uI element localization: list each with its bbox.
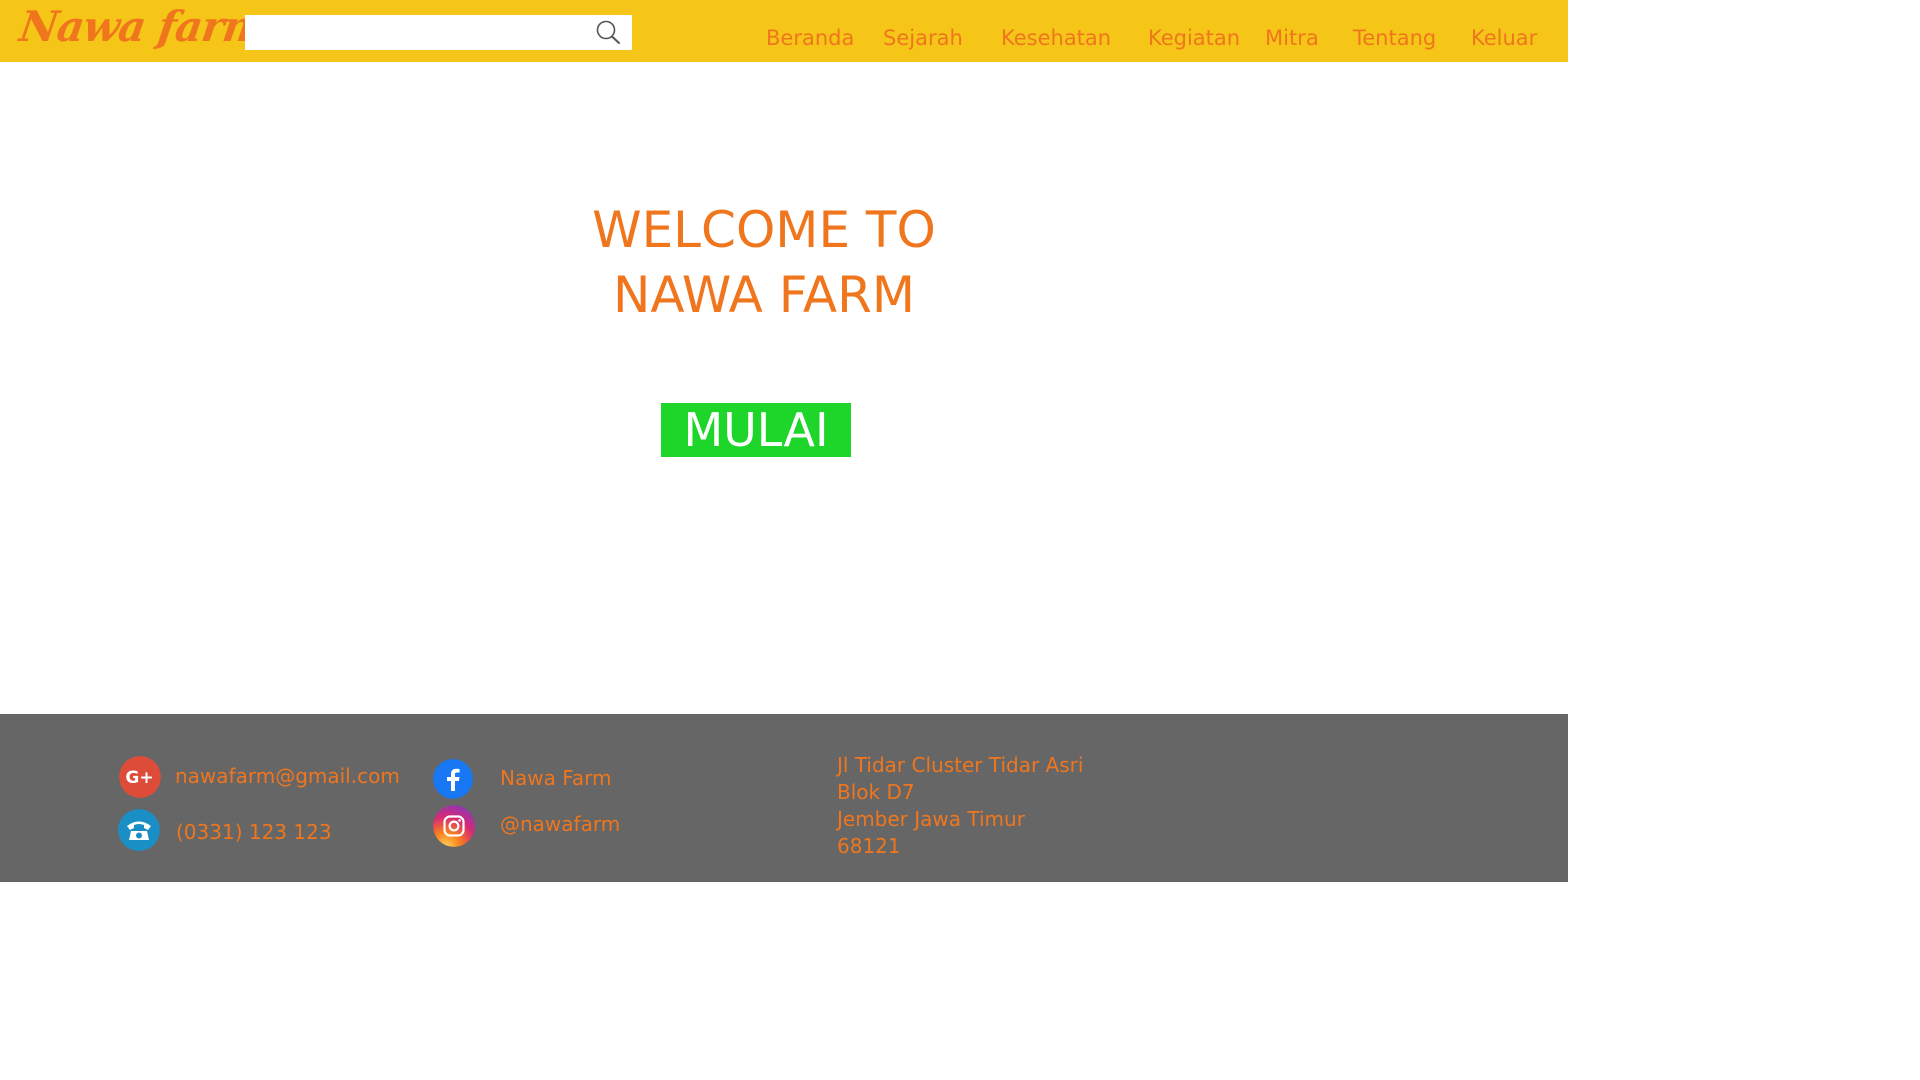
phone-icon[interactable] bbox=[118, 809, 160, 851]
address-block: Jl Tidar Cluster Tidar Asri Blok D7 Jemb… bbox=[837, 752, 1083, 860]
address-line: 68121 bbox=[837, 834, 901, 858]
phone-number[interactable]: (0331) 123 123 bbox=[176, 820, 332, 844]
start-button[interactable]: MULAI bbox=[661, 403, 851, 457]
site-logo[interactable]: Nawa farm bbox=[17, 2, 270, 51]
page: Nawa farm Beranda Sejarah Kesehatan Kegi… bbox=[0, 0, 1568, 882]
nav-item-sejarah[interactable]: Sejarah bbox=[883, 26, 963, 50]
nav-item-tentang[interactable]: Tentang bbox=[1353, 26, 1436, 50]
instagram-link[interactable]: @nawafarm bbox=[500, 812, 620, 836]
search-icon[interactable] bbox=[594, 20, 622, 46]
hero-title: WELCOME TO NAWA FARM bbox=[484, 198, 1044, 328]
hero-title-line-1: WELCOME TO bbox=[592, 201, 936, 259]
email-link[interactable]: nawafarm@gmail.com bbox=[175, 764, 400, 788]
search-box bbox=[245, 15, 632, 50]
svg-text:G+: G+ bbox=[125, 768, 153, 788]
google-plus-icon[interactable]: G+ bbox=[119, 756, 161, 798]
instagram-icon[interactable] bbox=[433, 805, 475, 847]
footer: G+ nawafarm@gmail.com (0331) 123 123 Naw… bbox=[0, 714, 1568, 882]
facebook-link[interactable]: Nawa Farm bbox=[500, 766, 611, 790]
header-bar: Nawa farm Beranda Sejarah Kesehatan Kegi… bbox=[0, 0, 1568, 62]
nav-item-beranda[interactable]: Beranda bbox=[766, 26, 854, 50]
address-line: Jl Tidar Cluster Tidar Asri bbox=[837, 753, 1084, 777]
address-line: Blok D7 bbox=[837, 780, 915, 804]
nav-item-mitra[interactable]: Mitra bbox=[1265, 26, 1319, 50]
facebook-icon[interactable] bbox=[433, 759, 473, 799]
nav-item-keluar[interactable]: Keluar bbox=[1471, 26, 1537, 50]
address-line: Jember Jawa Timur bbox=[837, 807, 1025, 831]
search-input[interactable] bbox=[245, 15, 585, 50]
nav-item-kesehatan[interactable]: Kesehatan bbox=[1001, 26, 1111, 50]
hero-title-line-2: NAWA FARM bbox=[613, 266, 915, 324]
nav-item-kegiatan[interactable]: Kegiatan bbox=[1148, 26, 1240, 50]
